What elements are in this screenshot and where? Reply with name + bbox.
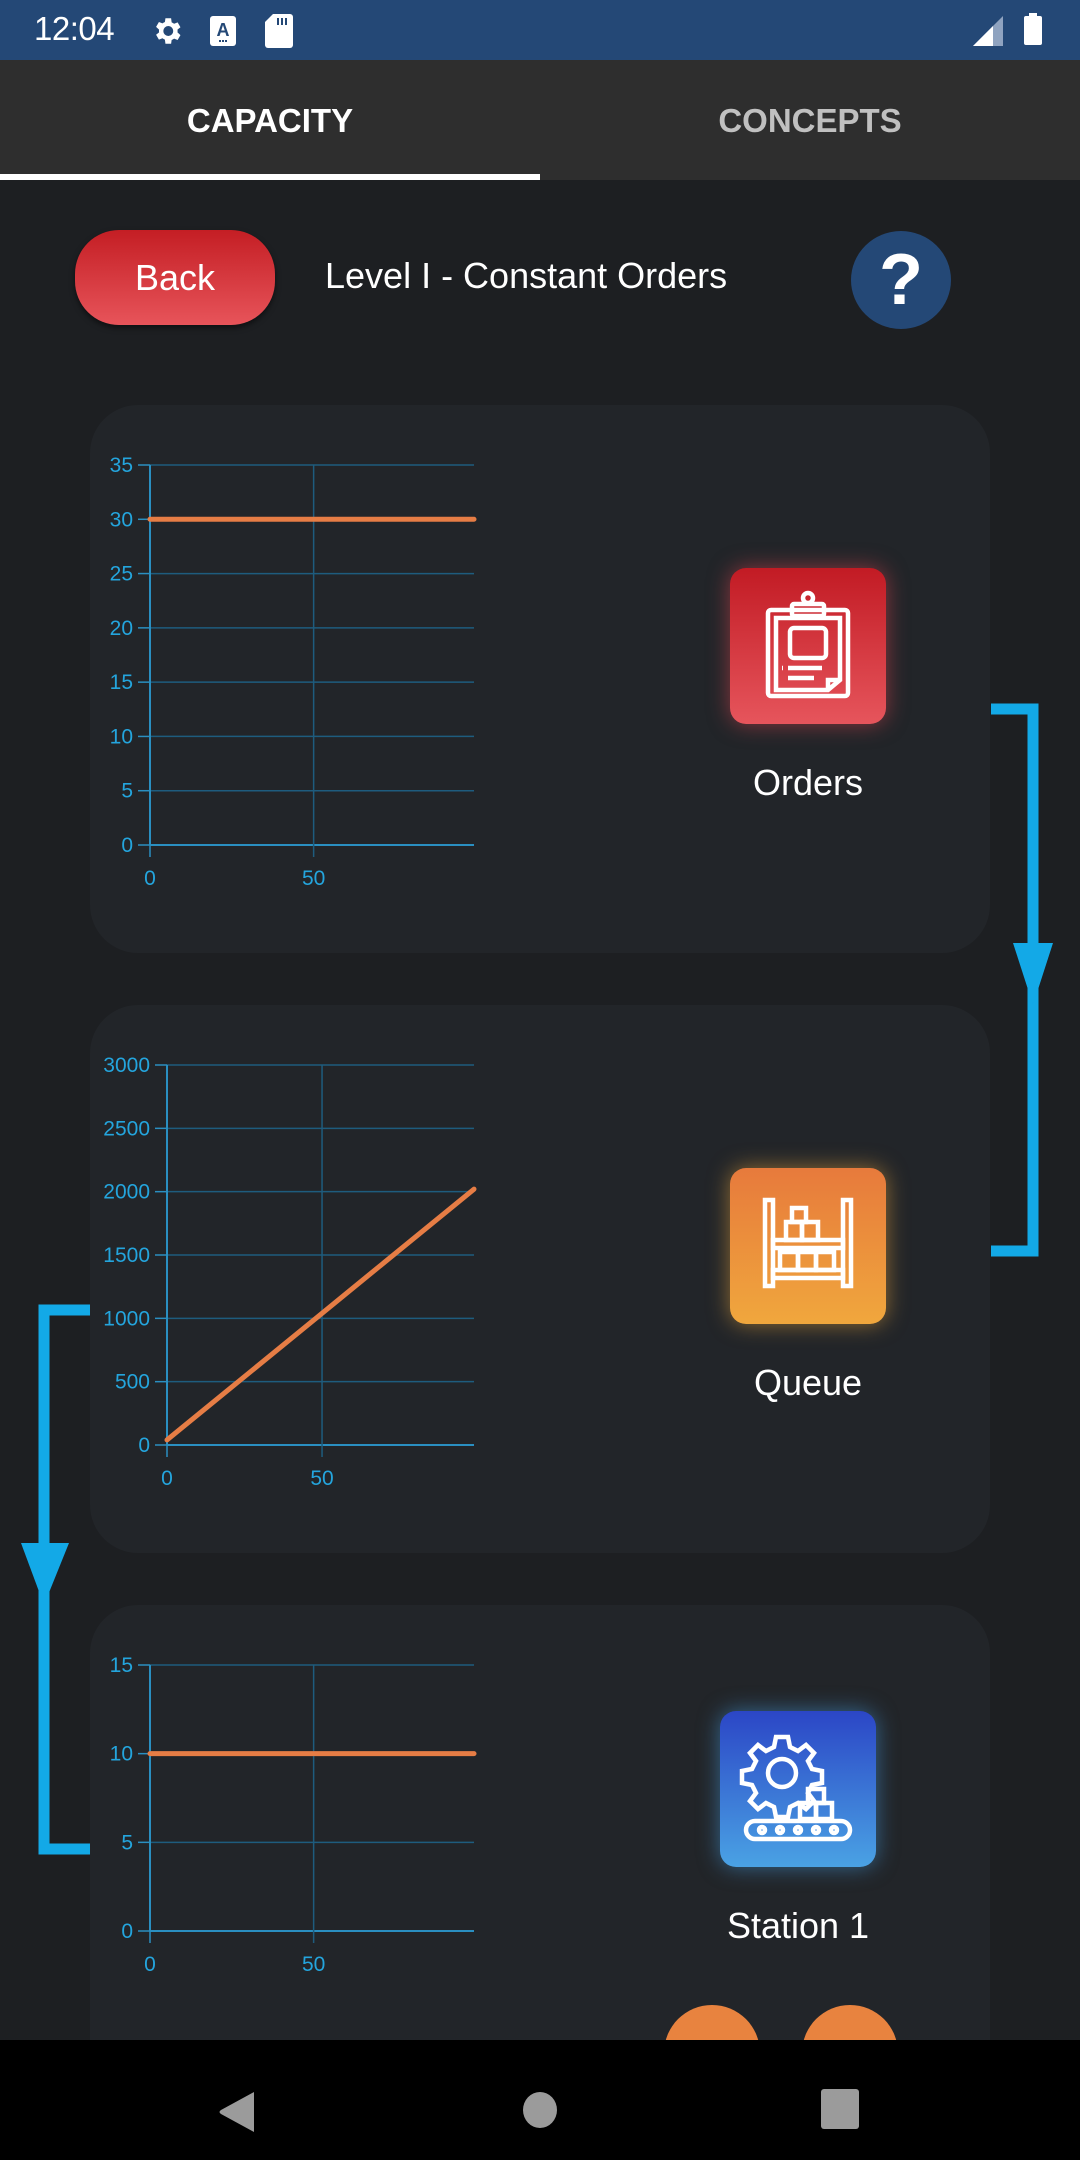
nav-bar	[0, 2040, 1080, 2160]
y-tick-label: 10	[110, 725, 133, 748]
orders-chart: 0 5 10 15 20 25 30 35 0 50	[110, 454, 477, 890]
y-tick-label: 2000	[103, 1181, 150, 1204]
tab-indicator	[0, 174, 540, 180]
y-tick-label: 500	[115, 1371, 150, 1394]
x-tick-label: 50	[302, 867, 325, 890]
y-tick-label: 20	[110, 617, 133, 640]
x-tick-label: 50	[310, 1467, 333, 1490]
series-line-queue	[164, 1186, 477, 1443]
sd-card-icon	[265, 14, 293, 48]
clipboard-icon	[765, 590, 851, 699]
connector-orders-to-queue	[991, 703, 1053, 1257]
signal-icon	[973, 16, 1003, 46]
y-tick-label: 0	[138, 1434, 150, 1457]
station-chart: 0 5 10 15 0 50	[110, 1654, 477, 1976]
level-title: Level I - Constant Orders	[325, 255, 728, 296]
arrow-down-icon	[21, 1543, 69, 1605]
queue-label: Queue	[753, 1362, 863, 1403]
orders-node[interactable]: Orders	[708, 568, 908, 804]
y-tick-label: 35	[110, 454, 133, 477]
y-tick-label: 3000	[103, 1054, 150, 1077]
y-tick-label: 30	[110, 508, 133, 531]
help-button[interactable]: ?	[851, 231, 951, 329]
tab-capacity[interactable]: CAPACITY	[0, 60, 540, 180]
connector-queue-to-station	[21, 1304, 90, 1855]
y-tick-label: 25	[110, 563, 133, 586]
orders-card: 0 5 10 15 20 25 30 35 0 50 Orders	[90, 405, 990, 953]
back-nav-icon[interactable]	[218, 2090, 256, 2134]
battery-icon	[1024, 13, 1042, 45]
back-button[interactable]: Back	[75, 230, 275, 325]
queue-chart: 0 500 1000 1500 2000 2500 3000 0 50	[103, 1054, 477, 1490]
x-tick-label: 0	[161, 1467, 173, 1490]
orders-label: Orders	[752, 762, 864, 803]
home-nav-icon[interactable]	[522, 2090, 558, 2130]
status-time: 12:04	[34, 10, 115, 47]
station-label: Station 1	[726, 1905, 870, 1946]
queue-card: 0 500 1000 1500 2000 2500 3000 0 50 Queue	[90, 1005, 990, 1553]
status-bar: 12:04 A	[0, 0, 1080, 60]
a-keyboard-icon: A	[210, 16, 236, 46]
settings-icon	[156, 18, 181, 44]
x-tick-label: 50	[302, 1953, 325, 1976]
y-tick-label: 15	[110, 1654, 133, 1677]
y-tick-label: 2500	[103, 1117, 150, 1140]
y-tick-label: 15	[110, 671, 133, 694]
gear-conveyor-icon	[739, 1734, 853, 1842]
recents-nav-icon[interactable]	[820, 2088, 860, 2130]
svg-text:A: A	[217, 20, 230, 40]
y-tick-label: 5	[121, 780, 133, 803]
y-tick-label: 1500	[103, 1244, 150, 1267]
y-tick-label: 10	[110, 1743, 133, 1766]
queue-node[interactable]: Queue	[708, 1168, 908, 1404]
x-tick-label: 0	[144, 1953, 156, 1976]
orders-icon-box[interactable]	[730, 568, 886, 724]
y-tick-label: 5	[121, 1831, 133, 1854]
arrow-down-icon	[1013, 943, 1053, 1005]
station-node[interactable]: Station 1	[698, 1711, 898, 1947]
y-tick-label: 0	[121, 834, 133, 857]
tab-bar: CAPACITY CONCEPTS	[0, 60, 1080, 180]
queue-icon-box[interactable]	[730, 1168, 886, 1324]
station-icon-box[interactable]	[720, 1711, 876, 1867]
y-tick-label: 0	[121, 1920, 133, 1943]
y-tick-label: 1000	[103, 1307, 150, 1330]
tab-concepts[interactable]: CONCEPTS	[540, 60, 1080, 180]
x-tick-label: 0	[144, 867, 156, 890]
warehouse-shelf-icon	[762, 1197, 854, 1289]
